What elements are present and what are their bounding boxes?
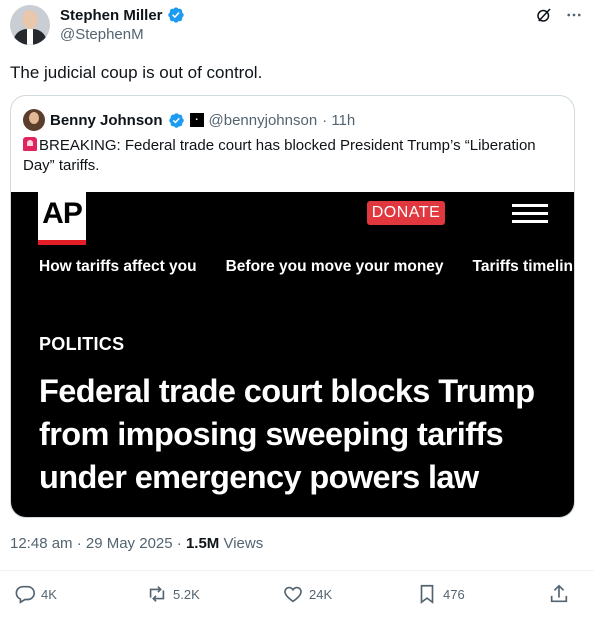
post-timestamp[interactable]: 12:48 am · 29 May 2025 ·	[10, 535, 186, 552]
reply-button[interactable]: 4K	[14, 583, 57, 605]
quoted-post-body: BREAKING: Federal trade court has blocke…	[23, 137, 536, 174]
article-nav: How tariffs affect you Before you move y…	[39, 258, 573, 276]
views-count: 1.5M	[185, 535, 220, 552]
quoted-author-handle: @bennyjohnson	[208, 111, 318, 129]
reply-icon	[15, 585, 35, 604]
article-nav-item: Before you move your money	[225, 258, 444, 275]
post-header: Stephen Miller @StephenM	[10, 5, 584, 47]
repost-count: 5.2K	[173, 586, 200, 602]
quoted-post[interactable]: Benny Johnson ▪ @bennyjohnson · 11h BREA…	[10, 95, 575, 518]
affiliate-badge-icon: ▪	[189, 113, 204, 127]
like-button[interactable]: 24K	[282, 583, 332, 605]
article-headline: Federal trade court blocks Trump from im…	[39, 373, 535, 495]
views-label: Views	[219, 535, 264, 552]
verified-badge-icon	[168, 112, 184, 128]
hamburger-menu-icon	[512, 204, 548, 224]
verified-badge-icon	[167, 7, 184, 23]
repost-icon	[149, 586, 165, 602]
header-actions	[534, 5, 584, 25]
grok-icon[interactable]	[534, 5, 554, 25]
article-nav-item: How tariffs affect you	[39, 258, 197, 275]
bookmark-count: 476	[443, 586, 465, 602]
more-options-icon[interactable]	[564, 5, 584, 25]
share-icon	[550, 584, 568, 603]
like-count: 24K	[309, 586, 333, 602]
author-name-row: Stephen Miller	[60, 6, 185, 24]
ap-logo: AP	[38, 192, 86, 245]
donate-button: DONATE	[367, 201, 445, 225]
post-meta: 12:48 am · 29 May 2025 · 1.5M Views	[10, 535, 263, 552]
quoted-author-name: Benny Johnson	[50, 111, 163, 129]
share-button[interactable]	[548, 583, 570, 605]
article-nav-item: Tariffs timelin	[472, 258, 574, 275]
article-section: POLITICS	[39, 334, 125, 354]
bookmark-button[interactable]: 476	[416, 583, 465, 605]
author-avatar[interactable]	[10, 5, 50, 45]
quoted-post-header: Benny Johnson ▪ @bennyjohnson · 11h	[23, 109, 355, 131]
quoted-post-text: BREAKING: Federal trade court has blocke…	[23, 136, 563, 176]
heart-icon	[284, 586, 302, 603]
siren-icon	[23, 137, 37, 151]
author-handle[interactable]: @StephenM	[60, 26, 144, 43]
repost-button[interactable]: 5.2K	[146, 583, 200, 605]
quoted-author-avatar	[23, 109, 45, 131]
post-text: The judicial coup is out of control.	[10, 63, 263, 82]
reply-count: 4K	[41, 586, 57, 602]
action-bar: 4K 5.2K 24K 476	[14, 583, 570, 605]
author-name[interactable]: Stephen Miller	[60, 7, 163, 24]
divider	[0, 570, 594, 571]
quoted-post-time: · 11h	[322, 111, 356, 129]
bookmark-icon	[420, 584, 434, 604]
article-image[interactable]: AP DONATE How tariffs affect you Before …	[11, 192, 574, 517]
